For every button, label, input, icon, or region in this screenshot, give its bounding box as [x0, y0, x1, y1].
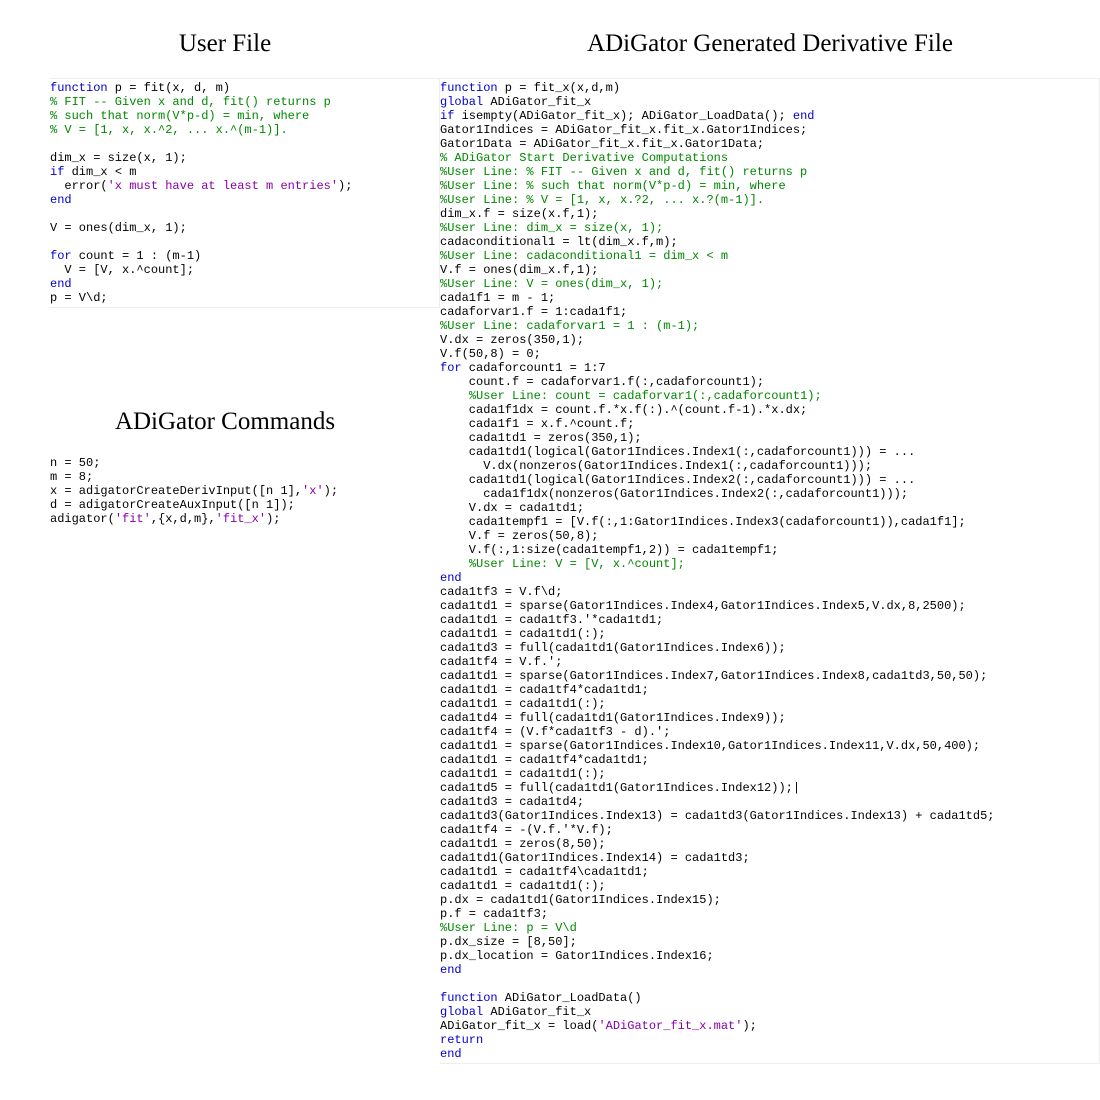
user-file-code: function p = fit(x, d, m) % FIT -- Given…	[50, 78, 440, 308]
commands-heading: ADiGator Commands	[10, 408, 440, 436]
generated-file-heading: ADiGator Generated Derivative File	[440, 30, 1100, 58]
page: User File function p = fit(x, d, m) % FI…	[0, 0, 1100, 1064]
commands-code: n = 50; m = 8; x = adigatorCreateDerivIn…	[50, 456, 440, 526]
left-column: User File function p = fit(x, d, m) % FI…	[0, 0, 440, 1064]
user-file-heading: User File	[10, 30, 440, 58]
right-column: ADiGator Generated Derivative File funct…	[440, 0, 1100, 1064]
generated-file-code: function p = fit_x(x,d,m) global ADiGato…	[440, 78, 1100, 1064]
